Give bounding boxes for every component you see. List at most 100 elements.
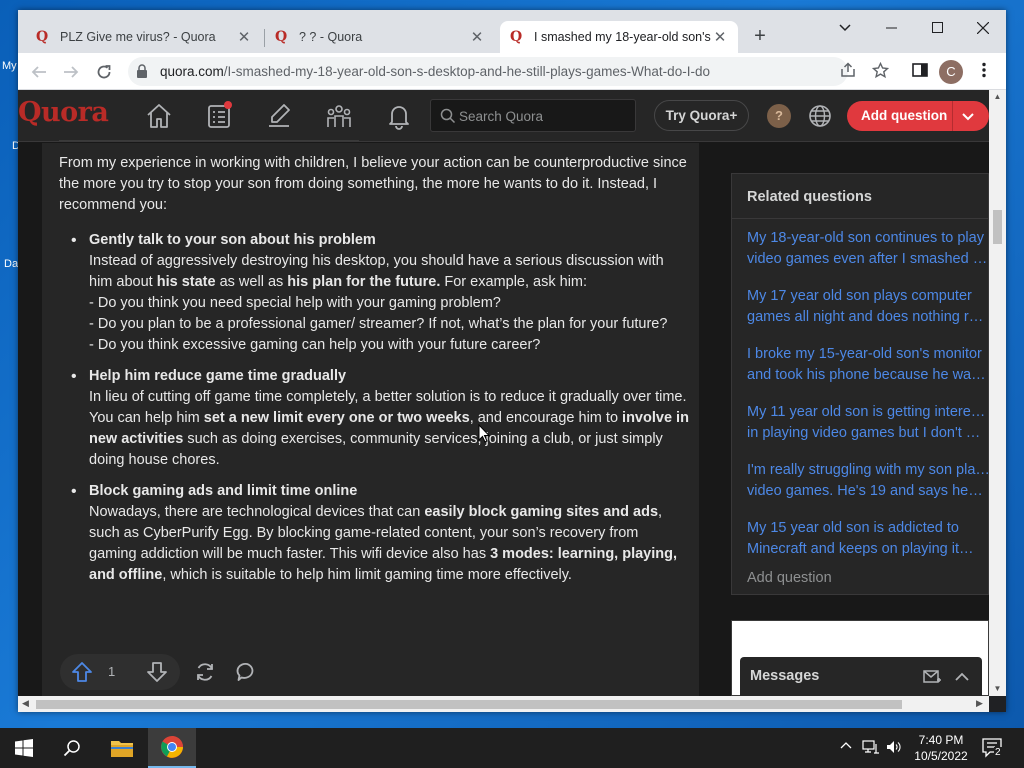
profile-avatar[interactable]: C <box>939 60 963 84</box>
button-divider <box>952 101 953 131</box>
network-icon[interactable] <box>862 740 880 754</box>
home-icon[interactable] <box>144 101 174 131</box>
scroll-up-arrow-icon[interactable]: ▲ <box>993 92 1002 101</box>
quora-favicon-icon: Q <box>275 29 288 45</box>
windows-logo-icon <box>15 739 33 757</box>
close-tab-icon[interactable]: ✕ <box>236 28 252 46</box>
close-tab-icon[interactable]: ✕ <box>469 28 485 46</box>
answer-bold-text: easily block gaming sites and ads <box>424 504 659 520</box>
related-question-line: video games. He's 19 and says he… <box>747 483 983 499</box>
notification-count-badge: 2 <box>994 747 1002 758</box>
browser-toolbar: quora.com/I-smashed-my-18-year-old-son-s… <box>18 53 1006 90</box>
search-icon <box>63 740 80 757</box>
related-questions-panel: Related questions My 18-year-old son con… <box>731 173 989 595</box>
answer-bold-text: set a new limit every one or two weeks <box>203 410 470 426</box>
add-question-button[interactable]: Add question <box>847 101 989 131</box>
tab-question-marks[interactable]: Q ? ? - Quora ✕ <box>265 21 495 53</box>
upvote-count: 1 <box>108 664 116 679</box>
answer-list: Gently talk to your son about his proble… <box>59 230 689 586</box>
chevron-up-icon[interactable] <box>952 667 972 687</box>
quora-favicon-icon: Q <box>36 29 49 45</box>
share-icon[interactable] <box>838 62 858 82</box>
scrollbar-thumb[interactable] <box>36 700 902 709</box>
kebab-menu-icon[interactable] <box>974 62 994 82</box>
messages-title: Messages <box>750 668 820 684</box>
maximize-button[interactable] <box>922 16 952 40</box>
close-window-button[interactable] <box>968 16 998 40</box>
tab-search-chevron-icon[interactable] <box>830 16 860 40</box>
new-tab-button[interactable]: + <box>749 26 771 48</box>
side-panel-icon[interactable] <box>910 62 930 82</box>
related-question-link[interactable]: My 18-year-old son continues to play vide… <box>747 228 989 270</box>
page-viewport: Quora Search Quora Try Quora+ ? Add ques… <box>18 90 989 696</box>
related-question-line: Minecraft and keeps on playing it… <box>747 541 974 557</box>
scroll-left-arrow-icon[interactable]: ◀ <box>22 698 29 709</box>
windows-taskbar: 7:40 PM 10/5/2022 2 <box>0 728 1024 768</box>
related-questions-heading: Related questions <box>747 189 872 205</box>
downvote-arrow-icon[interactable] <box>145 660 169 684</box>
upvote-arrow-icon[interactable] <box>70 660 94 684</box>
quora-logo[interactable]: Quora <box>18 97 109 128</box>
start-button[interactable] <box>0 728 48 768</box>
related-question-link[interactable]: My 11 year old son is getting interested… <box>747 402 989 444</box>
desktop-icon-label[interactable]: Da <box>4 258 18 270</box>
vertical-scrollbar[interactable]: ▲ ▼ <box>989 90 1006 696</box>
clock-date: 10/5/2022 <box>914 749 968 763</box>
answer-pencil-icon[interactable] <box>264 101 294 131</box>
tab-title: I smashed my 18-year-old son's <box>534 30 711 44</box>
forward-button[interactable] <box>58 59 84 85</box>
chevron-down-icon[interactable] <box>959 107 977 125</box>
address-bar[interactable]: quora.com/I-smashed-my-18-year-old-son-s… <box>128 57 848 86</box>
minimize-button[interactable] <box>876 16 906 40</box>
add-related-question-link[interactable]: Add question <box>747 570 832 586</box>
search-placeholder: Search Quora <box>459 109 544 124</box>
language-globe-icon[interactable] <box>807 103 833 129</box>
quora-avatar[interactable]: ? <box>767 104 791 128</box>
answer-bold-text: his plan for the future. <box>287 274 441 290</box>
system-clock[interactable]: 7:40 PM 10/5/2022 <box>908 732 974 764</box>
share-reload-icon[interactable] <box>193 660 217 684</box>
related-question-line: My 11 year old son is getting interested <box>747 404 989 420</box>
compose-message-icon[interactable] <box>922 667 942 687</box>
messages-bar[interactable]: Messages <box>740 657 982 696</box>
back-button[interactable] <box>26 59 52 85</box>
answer-text: Nowadays, there are technological device… <box>89 504 425 520</box>
tab-i-smashed[interactable]: Q I smashed my 18-year-old son's ✕ <box>500 21 738 53</box>
reload-button[interactable] <box>91 59 117 85</box>
answer-bold-text: his state <box>156 274 216 290</box>
tab-plz-give-me-virus[interactable]: Q PLZ Give me virus? - Quora ✕ <box>26 21 262 53</box>
related-question-link[interactable]: My 15 year old son is addicted to Minecra… <box>747 518 989 560</box>
related-question-link[interactable]: I broke my 15-year-old son's monitor and … <box>747 344 989 386</box>
desktop-icon-label[interactable]: My <box>2 60 17 72</box>
add-question-label: Add question <box>861 108 948 123</box>
lock-icon[interactable] <box>136 64 148 78</box>
scroll-right-arrow-icon[interactable]: ▶ <box>976 698 983 709</box>
notifications-bell-icon[interactable] <box>384 101 414 131</box>
answer-text: - Do you think you need special help wit… <box>89 295 501 311</box>
following-feed-icon[interactable] <box>204 101 234 131</box>
show-hidden-icons-chevron-icon[interactable] <box>840 740 852 752</box>
bookmark-star-icon[interactable] <box>870 61 890 82</box>
related-question-link[interactable]: My 17 year old son plays computer games a… <box>747 286 989 328</box>
search-icon <box>440 108 456 124</box>
tab-title: ? ? - Quora <box>299 30 363 44</box>
list-item: Block gaming ads and limit time online N… <box>59 481 689 586</box>
answer-text: - Do you plan to be a professional gamer… <box>89 316 668 332</box>
close-tab-icon[interactable]: ✕ <box>712 28 728 46</box>
comment-bubble-icon[interactable] <box>235 660 259 684</box>
related-question-line: video games even after I smashed his <box>747 251 989 267</box>
search-button[interactable] <box>48 728 96 768</box>
related-question-link[interactable]: I'm really struggling with my son playin… <box>747 460 989 502</box>
scrollbar-thumb[interactable] <box>993 210 1002 244</box>
tab-strip: Q PLZ Give me virus? - Quora ✕ Q ? ? - Q… <box>18 10 1006 53</box>
scroll-down-arrow-icon[interactable]: ▼ <box>993 684 1002 693</box>
search-input[interactable]: Search Quora <box>430 99 636 132</box>
chrome-taskbar-button[interactable] <box>148 728 196 768</box>
related-question-line: and took his phone because he was… <box>747 367 989 383</box>
spaces-people-icon[interactable] <box>324 101 354 131</box>
volume-icon[interactable] <box>886 740 902 754</box>
horizontal-scrollbar[interactable]: ◀ ▶ <box>18 696 989 712</box>
try-quora-plus-button[interactable]: Try Quora+ <box>654 100 749 131</box>
file-explorer-button[interactable] <box>98 728 146 768</box>
notification-center-button[interactable]: 2 <box>982 738 1004 758</box>
